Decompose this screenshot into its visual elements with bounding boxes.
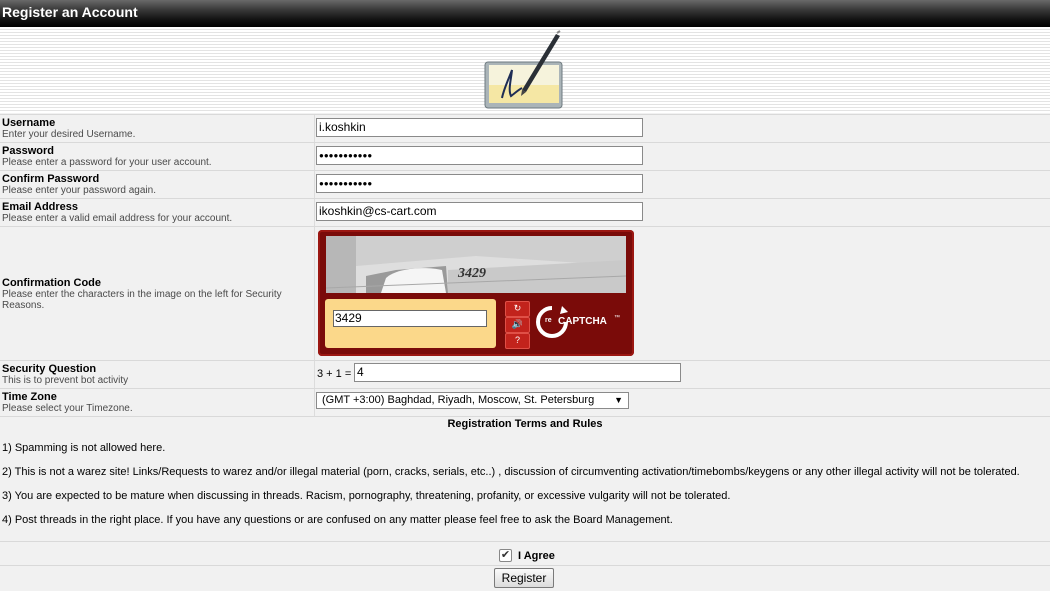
captcha-input[interactable]: 3429 (333, 310, 487, 327)
pen-signature-icon (484, 30, 563, 109)
recaptcha-brand-word: CAPTCHA (558, 316, 607, 327)
register-button[interactable]: Register (494, 568, 554, 588)
recaptcha-brand-re: re (545, 317, 552, 324)
recaptcha-logo: re CAPTCHA ™ (534, 302, 624, 342)
password-input[interactable]: ●●●●●●●●●●● (316, 146, 643, 165)
captcha-image: 3429 (326, 236, 626, 293)
timezone-label: Time Zone (2, 391, 57, 403)
confirm-password-input[interactable]: ●●●●●●●●●●● (316, 174, 643, 193)
confirm-password-description: Please enter your password again. (2, 185, 156, 196)
confirmation-code-description: Please enter the characters in the image… (2, 289, 282, 311)
email-label: Email Address (2, 201, 79, 213)
submit-row: Register (0, 565, 1050, 591)
confirmation-code-label: Confirmation Code (2, 277, 101, 289)
recaptcha-brand-tm: ™ (614, 315, 620, 321)
password-description: Please enter a password for your user ac… (2, 157, 212, 168)
chevron-down-icon: ▼ (614, 395, 623, 405)
username-label: Username (2, 117, 56, 129)
email-description: Please enter a valid email address for y… (2, 213, 233, 224)
rule-item: 3) You are expected to be mature when di… (2, 490, 731, 502)
username-input[interactable]: i.koshkin (316, 118, 643, 137)
page-title: Register an Account (0, 0, 1050, 27)
terms-title: Registration Terms and Rules (447, 418, 603, 430)
recaptcha-widget: 3429 3429 ↻ 🔊 ? re CAPTCHA ™ (318, 230, 634, 356)
confirm-password-row: Confirm Password Please enter your passw… (0, 170, 1050, 198)
timezone-selected-value: (GMT +3:00) Baghdad, Riyadh, Moscow, St.… (322, 394, 595, 406)
username-row: Username Enter your desired Username. i.… (0, 114, 1050, 142)
security-question-description: This is to prevent bot activity (2, 375, 129, 386)
audio-icon[interactable]: 🔊 (505, 317, 530, 333)
agree-checkbox[interactable]: ✔ (499, 549, 512, 562)
confirm-password-label: Confirm Password (2, 173, 100, 185)
captcha-input-area: 3429 (325, 299, 496, 348)
password-row: Password Please enter a password for you… (0, 142, 1050, 170)
rule-item: 1) Spamming is not allowed here. (2, 442, 166, 454)
timezone-description: Please select your Timezone. (2, 403, 133, 414)
email-input[interactable]: ikoshkin@cs-cart.com (316, 202, 643, 221)
email-row: Email Address Please enter a valid email… (0, 198, 1050, 226)
agree-label[interactable]: I Agree (518, 550, 555, 562)
password-label: Password (2, 145, 54, 157)
username-description: Enter your desired Username. (2, 129, 136, 140)
timezone-select[interactable]: (GMT +3:00) Baghdad, Riyadh, Moscow, St.… (316, 392, 629, 409)
refresh-icon[interactable]: ↻ (505, 301, 530, 317)
help-icon[interactable]: ? (505, 333, 530, 349)
captcha-image-text: 3429 (457, 266, 486, 281)
security-answer-input[interactable]: 4 (354, 363, 681, 382)
rule-item: 4) Post threads in the right place. If y… (2, 514, 673, 526)
security-question-label: Security Question (2, 363, 97, 375)
rule-item: 2) This is not a warez site! Links/Reque… (2, 466, 1020, 478)
security-question-text: 3 + 1 = (317, 368, 352, 380)
agree-row: ✔ I Agree (0, 541, 1050, 566)
